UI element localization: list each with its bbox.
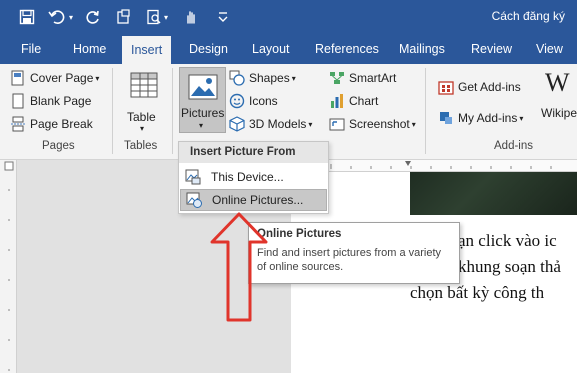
preview-dropdown-icon[interactable]: ▾	[160, 6, 172, 28]
tab-view[interactable]: View	[527, 34, 572, 64]
tab-references[interactable]: References	[306, 34, 388, 64]
tab-design[interactable]: Design	[180, 34, 237, 64]
cover-page-label: Cover Page	[30, 71, 94, 85]
this-device-item[interactable]: This Device...	[180, 166, 327, 188]
this-device-label: This Device...	[211, 170, 284, 184]
table-dropdown-icon: ▾	[140, 124, 145, 133]
table-label: Table	[127, 110, 156, 124]
cover-page-button[interactable]: Cover Page ▾	[10, 70, 99, 86]
touch-mode-icon[interactable]	[180, 6, 202, 28]
icons-button[interactable]: Icons	[229, 93, 278, 109]
pictures-button[interactable]: Pictures ▾	[179, 67, 226, 133]
pictures-dropdown-icon: ▾	[199, 121, 204, 130]
shapes-label: Shapes	[249, 71, 290, 85]
vertical-ruler	[0, 160, 17, 373]
ribbon-tabs: File Home Insert Design Layout Reference…	[0, 34, 577, 64]
screenshot-button[interactable]: Screenshot ▾	[329, 116, 416, 132]
pictures-icon	[188, 74, 218, 100]
screenshot-label: Screenshot	[349, 117, 410, 131]
chart-button[interactable]: Chart	[329, 93, 378, 109]
tooltip-title: Online Pictures	[257, 228, 342, 240]
insert-picture-menu: Insert Picture From This Device... Onlin…	[178, 141, 329, 214]
group-separator	[112, 68, 113, 154]
wikipedia-logo-icon[interactable]: W	[545, 68, 570, 98]
tables-group-label: Tables	[124, 140, 158, 152]
addins-group-label: Add-ins	[494, 140, 533, 152]
addins-icon	[440, 112, 452, 124]
customize-qat-icon[interactable]	[212, 6, 234, 28]
tab-home[interactable]: Home	[64, 34, 115, 64]
group-separator	[172, 68, 173, 154]
document-image[interactable]	[410, 172, 577, 215]
redo-icon[interactable]	[82, 6, 104, 28]
page-break-button[interactable]: Page Break	[10, 116, 93, 132]
pages-group-label: Pages	[42, 140, 75, 152]
shapes-button[interactable]: Shapes ▾	[229, 70, 296, 86]
horizontal-ruler	[291, 160, 577, 172]
tab-review[interactable]: Review	[462, 34, 521, 64]
smartart-label: SmartArt	[349, 71, 397, 85]
tab-insert[interactable]: Insert	[122, 36, 172, 64]
tab-layout[interactable]: Layout	[243, 34, 299, 64]
blank-page-icon	[12, 93, 24, 109]
online-pictures-tooltip: Online Pictures Find and insert pictures…	[248, 222, 460, 284]
chart-icon	[331, 94, 343, 108]
tab-file[interactable]: File	[12, 34, 50, 64]
document-text-line[interactable]: chọn bất kỳ công th	[410, 283, 544, 303]
table-icon	[130, 72, 158, 98]
3d-models-label: 3D Models	[249, 117, 307, 131]
blank-page-button[interactable]: Blank Page	[10, 93, 91, 109]
group-separator	[425, 68, 426, 154]
icons-label: Icons	[249, 94, 278, 108]
page-break-label: Page Break	[30, 117, 93, 131]
my-addins-label: My Add-ins	[458, 111, 518, 125]
tooltip-description: Find and insert pictures from a variety …	[257, 247, 442, 273]
document-title: Cách đăng ký	[491, 9, 565, 23]
cover-page-icon	[11, 70, 24, 86]
shapes-icon	[229, 70, 245, 86]
blank-page-label: Blank Page	[30, 94, 92, 108]
smartart-button[interactable]: SmartArt	[329, 70, 396, 86]
table-button[interactable]: Table ▾	[124, 70, 164, 133]
screenshot-icon	[329, 118, 345, 131]
device-picture-icon	[185, 169, 201, 185]
get-addins-button[interactable]: Get Add-ins	[438, 79, 521, 95]
tab-mailings[interactable]: Mailings	[390, 34, 454, 64]
cube-icon	[229, 116, 245, 132]
wikipedia-label[interactable]: Wikipe	[541, 106, 577, 120]
online-pictures-label: Online Pictures...	[212, 193, 304, 207]
get-addins-label: Get Add-ins	[458, 80, 521, 94]
page-break-icon	[11, 116, 25, 132]
annotation-arrow-icon	[210, 212, 268, 322]
new-document-icon[interactable]	[113, 6, 135, 28]
document-text-line[interactable]: ạn click vào ic	[458, 231, 557, 251]
title-bar: ▾ ▾ Cách đăng ký	[0, 0, 577, 34]
save-icon[interactable]	[16, 6, 38, 28]
undo-dropdown-icon[interactable]: ▾	[65, 6, 77, 28]
pictures-label: Pictures	[181, 106, 225, 120]
smartart-icon	[330, 72, 344, 84]
online-pictures-item[interactable]: Online Pictures...	[180, 189, 327, 211]
store-icon	[438, 81, 454, 95]
my-addins-button[interactable]: My Add-ins ▾	[438, 110, 523, 126]
icons-icon	[229, 93, 245, 109]
menu-header: Insert Picture From	[179, 142, 328, 163]
chart-label: Chart	[349, 94, 379, 108]
online-picture-icon	[186, 192, 202, 208]
3d-models-button[interactable]: 3D Models ▾	[229, 116, 312, 132]
document-text-line[interactable]: khung soạn thả	[458, 257, 561, 277]
